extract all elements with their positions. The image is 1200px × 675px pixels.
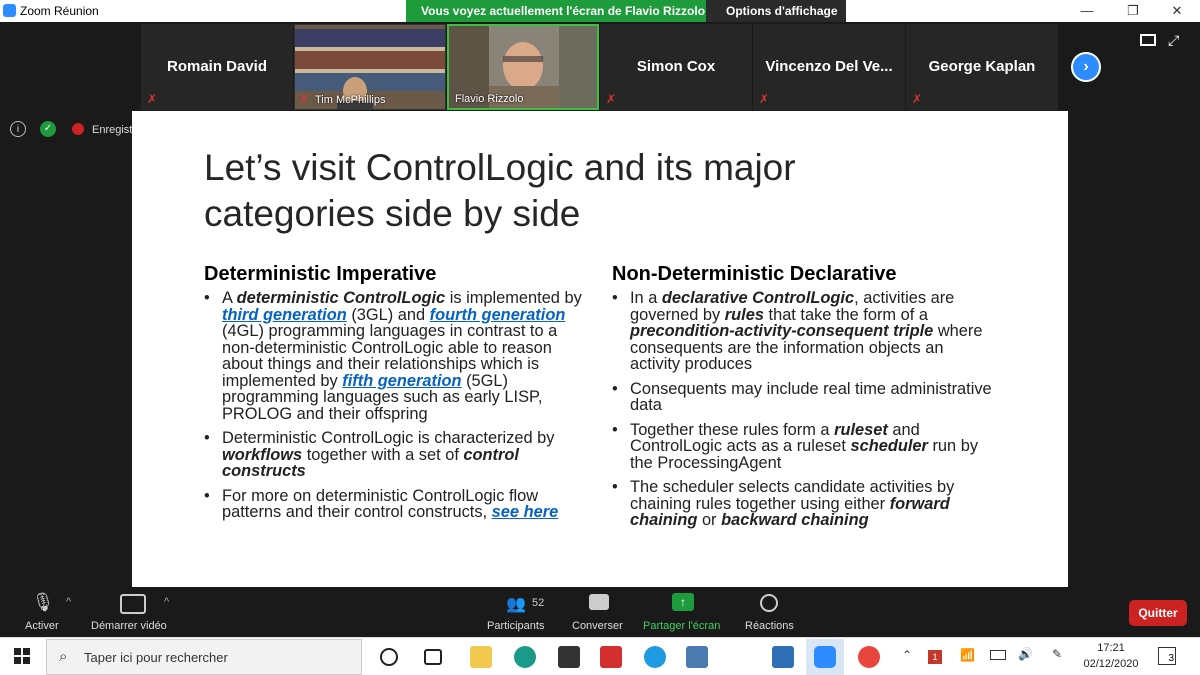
chevron-right-icon: › xyxy=(1083,58,1089,75)
clock-time: 17:21 xyxy=(1097,642,1125,654)
acrobat-icon[interactable] xyxy=(600,646,622,668)
muted-mic-icon: ✗ xyxy=(912,92,923,106)
bullet-item: The scheduler selects candidate activiti… xyxy=(612,479,992,529)
file-explorer-icon[interactable] xyxy=(470,646,492,668)
participant-tile[interactable]: Vincenzo Del Ve... ✗ xyxy=(753,24,905,110)
battery-icon[interactable] xyxy=(990,650,1006,660)
edge-browser-icon[interactable] xyxy=(514,646,536,668)
participant-tile[interactable]: Romain David ✗ xyxy=(141,24,293,110)
fifth-generation-link[interactable]: fifth generation xyxy=(342,372,461,390)
notifications-icon[interactable]: 3 xyxy=(1158,647,1176,665)
next-page-button[interactable]: › xyxy=(1071,52,1101,82)
skype-icon[interactable] xyxy=(644,646,666,668)
reactions-button[interactable]: Réactions xyxy=(745,620,794,632)
participant-name: Simon Cox xyxy=(636,58,716,75)
taskbar-clock[interactable]: 17:21 02/12/2020 xyxy=(1080,640,1142,672)
participants-count: 52 xyxy=(532,597,545,609)
zoom-logo-icon xyxy=(3,4,16,17)
windows-start-icon[interactable] xyxy=(14,648,30,664)
tray-app-badge[interactable]: 1 xyxy=(928,650,942,664)
participant-name: Flavio Rizzolo xyxy=(455,93,524,105)
search-placeholder: Taper ici pour rechercher xyxy=(84,650,228,665)
see-here-link[interactable]: see here xyxy=(492,503,559,521)
muted-mic-icon: ✗ xyxy=(759,92,770,106)
slide-title: Let’s visit ControlLogic and its major c… xyxy=(204,145,904,237)
info-icon[interactable]: i xyxy=(10,121,26,137)
search-icon: ⌕ xyxy=(59,648,68,665)
right-heading: Non-Deterministic Declarative xyxy=(612,263,897,285)
view-options-button[interactable]: Options d'affichage ⌄ xyxy=(706,0,846,32)
security-shield-icon[interactable]: ✓ xyxy=(40,121,56,137)
photos-icon[interactable] xyxy=(772,646,794,668)
participants-icon[interactable]: 👥 xyxy=(506,594,526,614)
window-title: Zoom Réunion xyxy=(20,4,99,18)
muted-mic-icon: ✗ xyxy=(147,92,158,106)
participant-name: Vincenzo Del Ve... xyxy=(765,58,893,75)
bullet-item: Together these rules form a ruleset and … xyxy=(612,421,992,472)
cortana-icon[interactable] xyxy=(380,648,398,666)
quit-button[interactable]: Quitter xyxy=(1129,600,1187,626)
participants-button[interactable]: Participants xyxy=(487,620,544,632)
participant-tile[interactable]: George Kaplan ✗ xyxy=(906,24,1058,110)
solitaire-icon[interactable] xyxy=(558,646,580,668)
slide-title-line: categories side by side xyxy=(204,193,581,234)
recording-label: Enregistr xyxy=(92,124,137,136)
fourth-generation-link[interactable]: fourth generation xyxy=(430,306,566,324)
zoom-window: Zoom Réunion — ❐ ✕ Vous voyez actuelleme… xyxy=(0,0,1200,675)
third-generation-link[interactable]: third generation xyxy=(222,306,347,324)
audio-options-chevron-icon[interactable]: ^ xyxy=(66,596,71,608)
bullet-item: For more on deterministic ControlLogic f… xyxy=(204,487,594,521)
participant-name: Romain David xyxy=(166,58,268,75)
muted-mic-icon: ✗ xyxy=(606,92,617,106)
chrome-icon[interactable] xyxy=(858,646,880,668)
participant-tile[interactable]: Simon Cox ✗ xyxy=(600,24,752,110)
start-video-button[interactable]: Démarrer vidéo xyxy=(91,620,167,632)
recording-icon xyxy=(72,123,84,135)
bullet-item: In a declarative ControlLogic, activitie… xyxy=(612,290,992,373)
view-options-label: Options d'affichage xyxy=(726,4,838,18)
volume-icon[interactable]: 🔊 xyxy=(1018,647,1033,661)
unmute-button[interactable]: Activer xyxy=(25,620,59,632)
share-screen-button[interactable]: Partager l'écran xyxy=(643,620,720,632)
active-speaker-video-tile[interactable]: Flavio Rizzolo xyxy=(447,24,599,110)
right-column: Non-Deterministic Declarative In a decla… xyxy=(612,263,992,537)
muted-microphone-icon[interactable]: 🎙 xyxy=(30,592,56,616)
share-screen-icon[interactable]: ↑ xyxy=(672,593,694,611)
left-heading: Deterministic Imperative xyxy=(204,263,437,285)
clock-date: 02/12/2020 xyxy=(1083,658,1139,670)
chat-icon[interactable] xyxy=(589,594,609,610)
pen-icon[interactable]: ✎ xyxy=(1052,647,1062,661)
participant-name: Tim McPhillips xyxy=(315,94,386,106)
chat-button[interactable]: Converser xyxy=(572,620,623,632)
muted-mic-icon: ✗ xyxy=(299,92,310,106)
fullscreen-icon[interactable]: ⤢ xyxy=(1168,32,1184,48)
video-off-icon[interactable] xyxy=(120,594,146,614)
task-view-icon[interactable] xyxy=(424,649,442,665)
participant-video-tile[interactable]: ✗ Tim McPhillips xyxy=(294,24,446,110)
close-icon[interactable]: ✕ xyxy=(1168,3,1186,19)
reactions-icon[interactable] xyxy=(760,594,778,612)
slide-title-line: Let’s visit ControlLogic and its major xyxy=(204,147,796,188)
notification-count: 3 xyxy=(1168,653,1174,664)
bullet-item: Deterministic ControlLogic is characteri… xyxy=(204,430,594,480)
wifi-icon[interactable]: 📶 xyxy=(960,648,975,662)
taskbar-search-input[interactable]: ⌕ Taper ici pour rechercher xyxy=(46,639,362,675)
calculator-icon[interactable] xyxy=(686,646,708,668)
shared-slide: Let’s visit ControlLogic and its major c… xyxy=(132,111,1068,587)
zoom-taskbar-button[interactable] xyxy=(806,639,844,675)
system-tray-chevron-icon[interactable]: ⌃ xyxy=(902,648,912,662)
gallery-view-icon[interactable] xyxy=(1140,34,1156,46)
bullet-item: Consequents may include real time admini… xyxy=(612,380,992,414)
screen-share-banner: Vous voyez actuellement l'écran de Flavi… xyxy=(406,0,846,32)
participant-name: George Kaplan xyxy=(928,58,1036,75)
maximize-icon[interactable]: ❐ xyxy=(1124,3,1142,19)
zoom-app-icon xyxy=(814,646,836,668)
left-column: Deterministic Imperative A deterministic… xyxy=(204,263,594,529)
video-options-chevron-icon[interactable]: ^ xyxy=(164,596,169,608)
minimize-icon[interactable]: — xyxy=(1078,3,1096,19)
share-banner-message: Vous voyez actuellement l'écran de Flavi… xyxy=(421,4,706,18)
bullet-item: A deterministic ControlLogic is implemen… xyxy=(204,290,594,422)
